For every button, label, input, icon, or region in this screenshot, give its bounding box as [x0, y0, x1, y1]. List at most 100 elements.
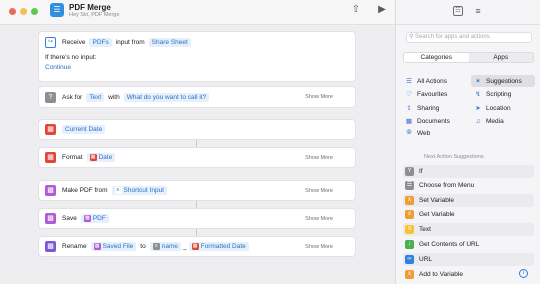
- ask-for-label: Ask for: [62, 93, 83, 101]
- no-input-label: If there's no input:: [45, 54, 97, 61]
- category-sharing[interactable]: ⇧ Sharing: [402, 102, 439, 114]
- current-date-action-card[interactable]: ▦ Current Date: [38, 119, 356, 140]
- category-web[interactable]: ⦾ Web: [402, 127, 430, 139]
- saved-file-token[interactable]: ▩ Saved File: [90, 242, 137, 251]
- calendar-icon: ▦: [191, 243, 199, 250]
- current-date-token[interactable]: Current Date: [62, 125, 106, 134]
- suggestion-set-variable[interactable]: x Set Variable: [403, 194, 534, 207]
- suggestion-get-contents-of-url[interactable]: ↓ Get Contents of URL: [403, 238, 534, 251]
- suggestion-url[interactable]: ∞ URL: [403, 253, 534, 266]
- ask-type-token[interactable]: Text: [86, 92, 105, 102]
- shortcut-input-label: Shortcut Input: [123, 187, 164, 194]
- category-label: All Actions: [417, 77, 447, 85]
- save-label: Save: [62, 215, 77, 222]
- show-more-button[interactable]: Show More: [305, 244, 333, 250]
- heart-icon: ♡: [406, 91, 412, 98]
- category-label: Location: [486, 104, 511, 112]
- play-icon[interactable]: ▶: [376, 4, 388, 16]
- calendar-icon: ▦: [45, 152, 56, 163]
- shortcut-subtitle: Hey Siri, PDF Merge: [69, 12, 120, 18]
- tab-apps[interactable]: Apps: [469, 53, 534, 62]
- settings-sliders-icon[interactable]: ≡: [472, 5, 484, 17]
- pdf-token[interactable]: ▩ PDF: [80, 214, 109, 223]
- rename-action-card[interactable]: ▩ Rename ▩ Saved File to ≡ name _ ▦ Formatt…: [38, 236, 356, 257]
- suggestion-label: Get Variable: [419, 211, 455, 218]
- ask-prompt-token[interactable]: What do you want to call it?: [123, 92, 210, 102]
- formatted-date-label: Formatted Date: [200, 243, 246, 250]
- suggestion-label: If: [419, 168, 423, 175]
- document-icon: ▩: [93, 243, 101, 250]
- show-more-button[interactable]: Show More: [305, 94, 333, 100]
- branch-icon: Y: [405, 167, 414, 176]
- tab-categories[interactable]: Categories: [404, 53, 469, 62]
- question-icon: ?: [45, 91, 56, 103]
- formatted-date-token[interactable]: ▦ Formatted Date: [188, 242, 249, 251]
- suggestion-text[interactable]: ≡ Text: [403, 223, 534, 236]
- suggestion-label: URL: [419, 256, 433, 263]
- script-icon: ↯: [475, 91, 481, 98]
- category-scripting[interactable]: ↯ Scripting: [471, 88, 511, 100]
- sparkle-icon: ✶: [475, 78, 481, 85]
- format-label: Format: [62, 154, 83, 161]
- suggestion-get-variable[interactable]: x Get Variable: [403, 208, 534, 221]
- category-documents[interactable]: ▩ Documents: [402, 115, 450, 127]
- search-input[interactable]: ⚲ Search for apps and actions: [406, 32, 532, 43]
- suggestion-add-to-variable[interactable]: x Add to Variable: [403, 268, 534, 281]
- share-icon[interactable]: ⇧: [350, 4, 362, 16]
- calendar-icon: ▦: [89, 154, 97, 161]
- download-icon: ↓: [405, 240, 414, 249]
- document-icon: ▩: [45, 213, 56, 224]
- document-icon: ▩: [405, 118, 413, 125]
- shortcut-input-token[interactable]: ≡ Shortcut Input: [111, 186, 167, 195]
- add-action-icon[interactable]: ☷: [453, 6, 463, 16]
- close-window-button[interactable]: [9, 8, 16, 15]
- category-media[interactable]: ♫ Media: [471, 115, 504, 127]
- list-icon: ☰: [406, 78, 412, 85]
- minimize-window-button[interactable]: [20, 8, 27, 15]
- source-token[interactable]: Share Sheet: [148, 38, 191, 47]
- layers-icon: ☰: [50, 3, 64, 17]
- name-token[interactable]: ≡ name: [149, 242, 181, 251]
- category-label: Web: [417, 129, 431, 137]
- info-icon[interactable]: i: [519, 269, 528, 278]
- ask-for-action-card[interactable]: ? Ask for Text with What do you want to …: [38, 86, 356, 108]
- search-placeholder: Search for apps and actions: [415, 34, 490, 40]
- suggestion-label: Get Contents of URL: [419, 241, 480, 248]
- show-more-button[interactable]: Show More: [305, 155, 333, 161]
- with-label: with: [108, 93, 120, 101]
- receive-icon: ↪: [45, 37, 56, 48]
- category-label: Suggestions: [486, 77, 522, 85]
- category-location[interactable]: ➤ Location: [471, 102, 511, 114]
- date-token[interactable]: ▦ Date: [86, 153, 116, 162]
- suggestion-label: Add to Variable: [419, 271, 463, 278]
- save-action-card[interactable]: ▩ Save ▩ PDF Show More: [38, 208, 356, 229]
- calendar-icon: ▦: [45, 124, 56, 135]
- rename-label: Rename: [62, 243, 87, 250]
- category-all-actions[interactable]: ☰ All Actions: [402, 75, 447, 87]
- sidebar-toolbar: ☷ ≡: [396, 0, 540, 25]
- variable-icon: x: [405, 210, 414, 219]
- no-input-value[interactable]: Continue: [45, 64, 71, 71]
- link-icon: ∞: [405, 255, 414, 264]
- suggestion-if[interactable]: Y If: [403, 165, 534, 178]
- make-pdf-action-card[interactable]: ▩ Make PDF from ≡ Shortcut Input Show Mor…: [38, 180, 356, 201]
- suggestion-label: Choose from Menu: [419, 182, 475, 189]
- category-label: Favourites: [417, 90, 448, 98]
- category-segmented-control[interactable]: Categories Apps: [403, 52, 534, 63]
- category-favourites[interactable]: ♡ Favourites: [402, 88, 447, 100]
- pdf-token-label: PDF: [92, 215, 106, 222]
- category-suggestions[interactable]: ✶ Suggestions: [471, 75, 535, 87]
- shortcut-input-icon: ≡: [114, 187, 122, 194]
- show-more-button[interactable]: Show More: [305, 188, 333, 194]
- suggestion-choose-from-menu[interactable]: ☰ Choose from Menu: [403, 179, 534, 192]
- zoom-window-button[interactable]: [31, 8, 38, 15]
- receive-action-card[interactable]: ↪ Receive PDFs input from Share Sheet If…: [38, 31, 356, 82]
- separator-text: _: [182, 243, 187, 250]
- traffic-lights: [9, 8, 38, 15]
- shortcut-title: PDF Merge: [69, 3, 111, 12]
- format-date-action-card[interactable]: ▦ Format ▦ Date Show More: [38, 147, 356, 168]
- menu-icon: ☰: [405, 181, 414, 190]
- input-type-token[interactable]: PDFs: [89, 38, 112, 47]
- suggestion-label: Set Variable: [419, 197, 454, 204]
- show-more-button[interactable]: Show More: [305, 216, 333, 222]
